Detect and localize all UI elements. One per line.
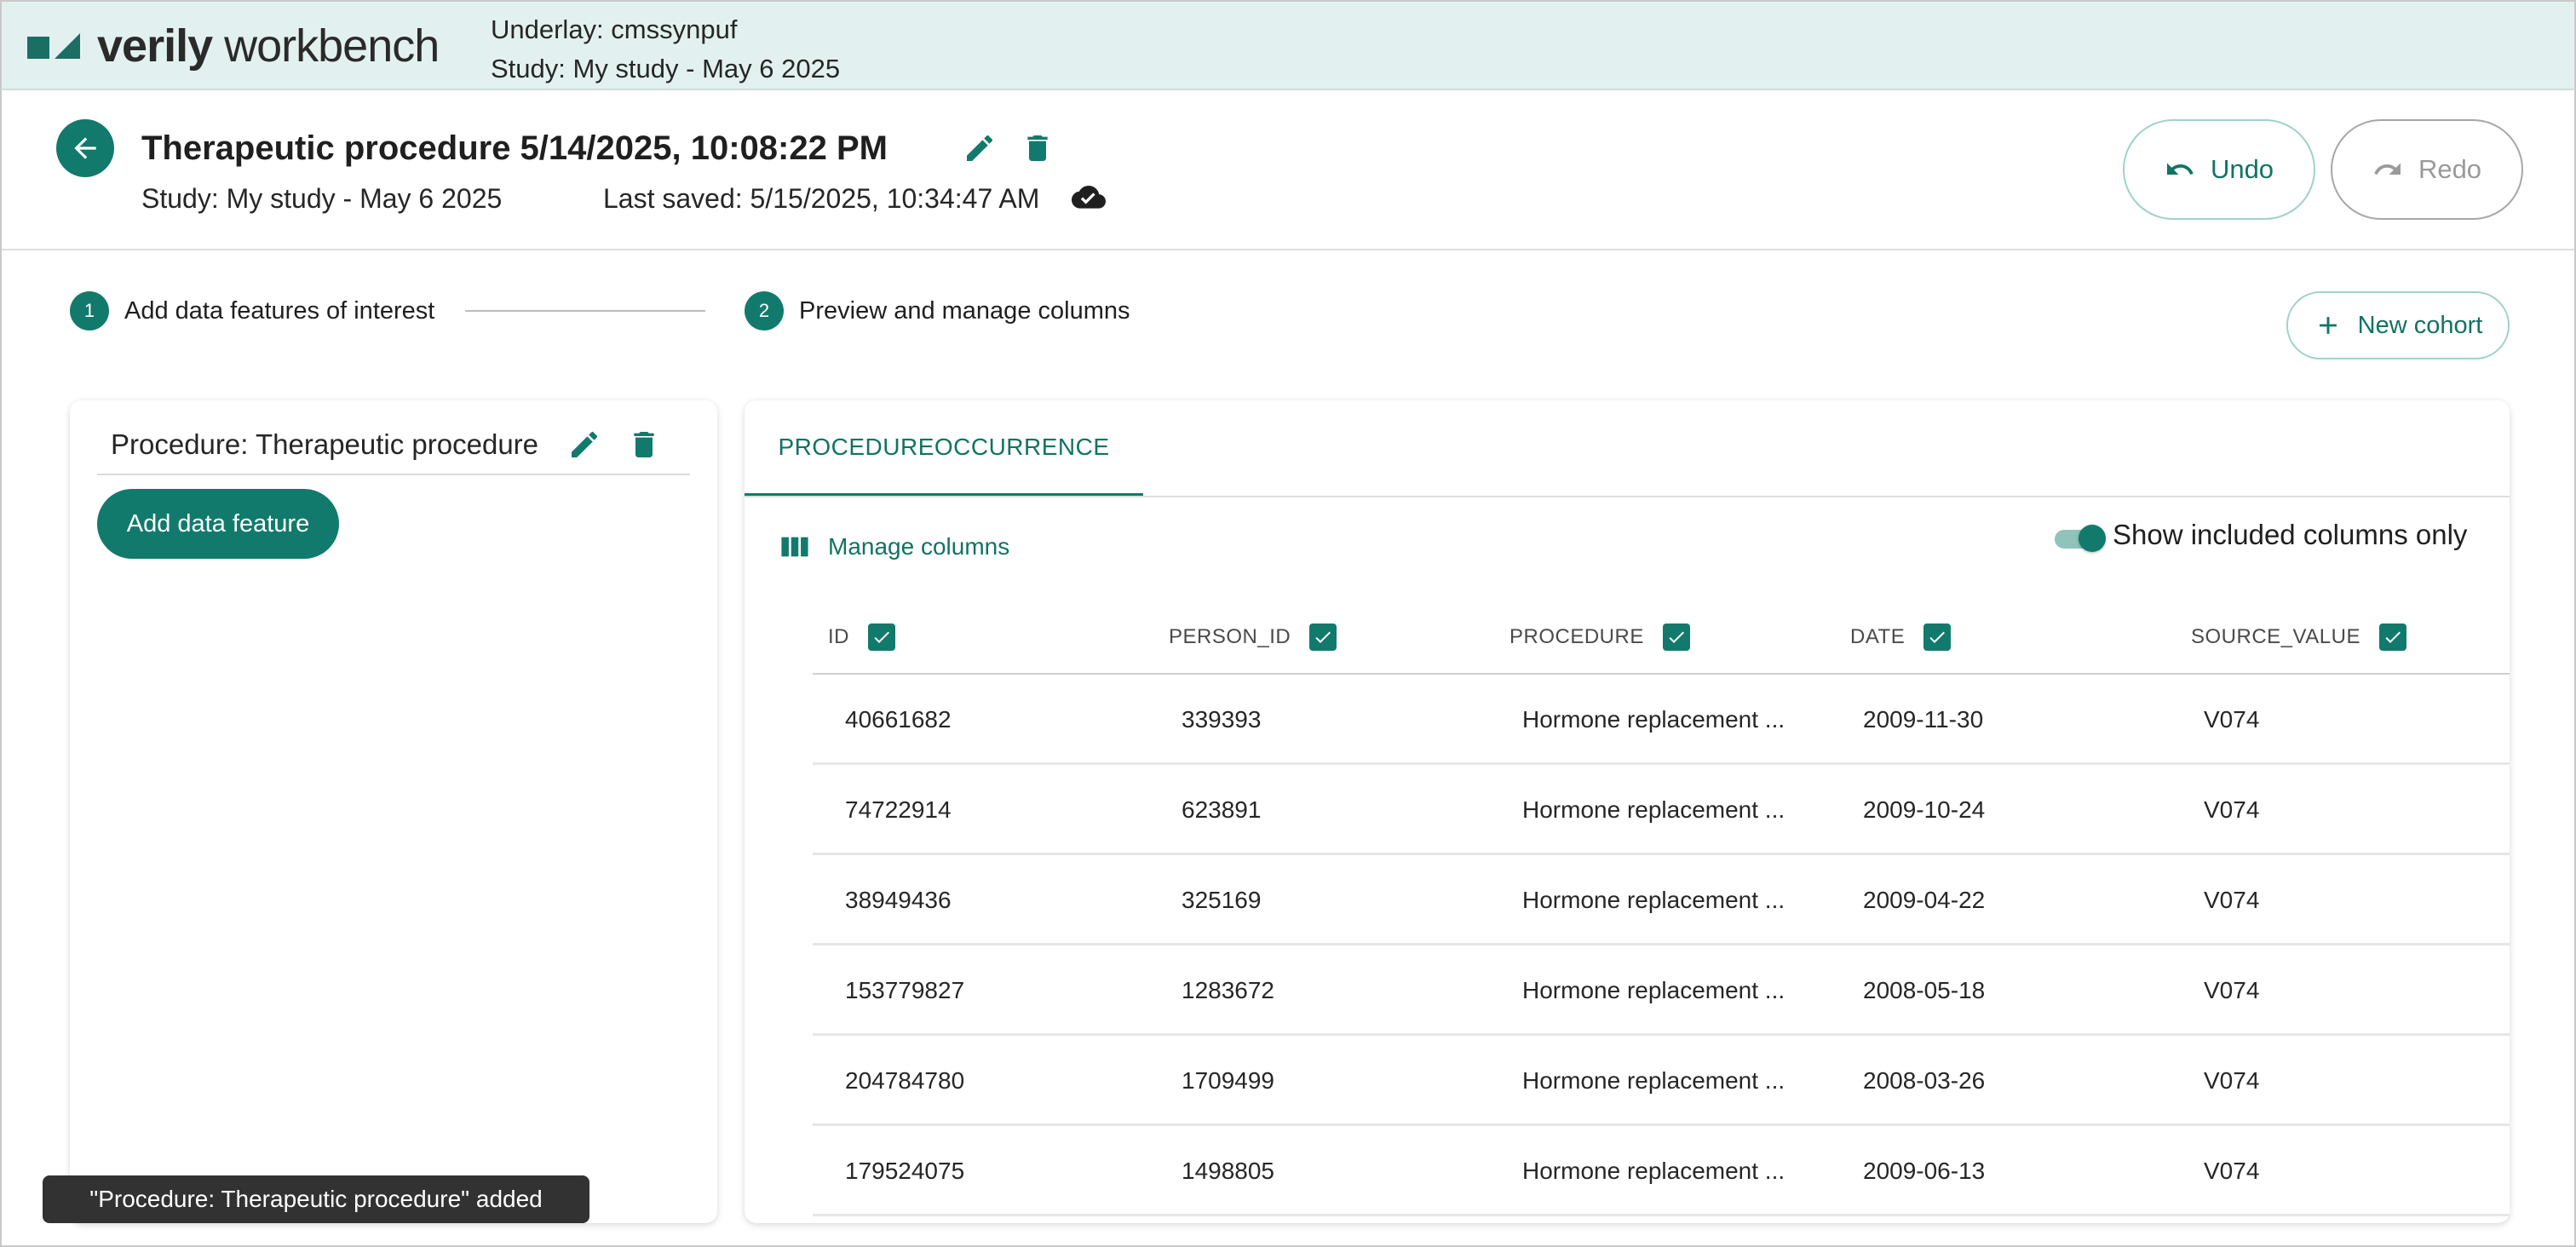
cloud-done-icon bbox=[1072, 186, 1106, 209]
cell-source-value: V074 bbox=[2204, 1067, 2260, 1094]
columns-icon bbox=[780, 534, 809, 560]
checkbox-checked-icon[interactable] bbox=[1662, 624, 1690, 651]
step-2-label[interactable]: Preview and manage columns bbox=[799, 294, 1130, 328]
column-header-date: DATE bbox=[1850, 620, 1952, 654]
delete-icon bbox=[1027, 135, 1048, 161]
stepper-connector bbox=[465, 310, 705, 312]
underlay-info: Underlay: cmssynpuf Study: My study - Ma… bbox=[491, 10, 840, 89]
cell-date: 2008-03-26 bbox=[1863, 1067, 1986, 1094]
step-1-circle[interactable]: 1 bbox=[70, 291, 109, 330]
table-row[interactable]: 179524075 1498805 Hormone replacement ..… bbox=[813, 1126, 2510, 1216]
data-features-panel: Procedure: Therapeutic procedure Add dat… bbox=[70, 400, 717, 1223]
column-header-procedure: PROCEDURE bbox=[1509, 620, 1690, 654]
cell-id: 38949436 bbox=[845, 887, 952, 913]
divider bbox=[97, 474, 690, 475]
study-subtitle: Study: My study - May 6 2025 bbox=[141, 183, 503, 214]
redo-icon bbox=[2372, 154, 2403, 185]
table-row[interactable]: 74722914 623891 Hormone replacement ... … bbox=[813, 765, 2510, 855]
add-data-feature-button[interactable]: Add data feature bbox=[97, 489, 339, 559]
cell-person-id: 339393 bbox=[1182, 706, 1262, 733]
cell-person-id: 1283672 bbox=[1182, 977, 1275, 1003]
cell-procedure: Hormone replacement ... bbox=[1522, 1067, 1785, 1094]
cell-id: 40661682 bbox=[845, 706, 952, 733]
redo-label: Redo bbox=[2418, 154, 2482, 184]
cell-source-value: V074 bbox=[2204, 887, 2260, 913]
snackbar-notification: "Procedure: Therapeutic procedure" added bbox=[43, 1175, 589, 1223]
new-cohort-label: New cohort bbox=[2357, 311, 2483, 339]
cell-id: 204784780 bbox=[845, 1067, 965, 1094]
cell-date: 2009-06-13 bbox=[1863, 1158, 1986, 1184]
table-row[interactable]: 40661682 339393 Hormone replacement ... … bbox=[813, 675, 2510, 765]
edit-icon bbox=[967, 135, 993, 161]
tab-divider bbox=[745, 496, 2510, 497]
cell-date: 2008-05-18 bbox=[1863, 977, 1986, 1003]
undo-icon bbox=[2165, 154, 2195, 185]
delete-feature-button[interactable] bbox=[625, 426, 663, 463]
preview-panel: PROCEDUREOCCURRENCE Manage columns Show … bbox=[745, 400, 2510, 1223]
cell-source-value: V074 bbox=[2204, 1158, 2260, 1184]
edit-feature-button[interactable] bbox=[566, 426, 603, 463]
show-included-toggle[interactable] bbox=[2055, 521, 2106, 555]
column-header-id: ID bbox=[828, 620, 895, 654]
cell-procedure: Hormone replacement ... bbox=[1522, 706, 1785, 733]
study-label: Study: My study - May 6 2025 bbox=[491, 54, 841, 83]
cell-date: 2009-11-30 bbox=[1863, 706, 1984, 733]
back-arrow-icon bbox=[74, 137, 96, 159]
table-row[interactable]: 153779827 1283672 Hormone replacement ..… bbox=[813, 945, 2510, 1036]
checkbox-checked-icon[interactable] bbox=[1309, 624, 1337, 651]
cell-source-value: V074 bbox=[2204, 977, 2260, 1003]
verily-workbench-logo[interactable]: verily workbench bbox=[27, 17, 440, 75]
cell-procedure: Hormone replacement ... bbox=[1522, 977, 1785, 1003]
undo-label: Undo bbox=[2210, 154, 2274, 184]
step-1-label[interactable]: Add data features of interest bbox=[124, 294, 434, 328]
new-cohort-button[interactable]: New cohort bbox=[2286, 291, 2510, 359]
app-window: verily workbench Underlay: cmssynpuf Stu… bbox=[0, 0, 2576, 1247]
top-banner: verily workbench Underlay: cmssynpuf Stu… bbox=[2, 2, 2574, 90]
plus-icon bbox=[2319, 317, 2337, 334]
verily-logo-icon bbox=[27, 33, 80, 59]
edit-title-button[interactable] bbox=[961, 129, 998, 167]
page-title: Therapeutic procedure 5/14/2025, 10:08:2… bbox=[141, 129, 888, 167]
last-saved-text: Last saved: 5/15/2025, 10:34:47 AM bbox=[603, 183, 1040, 214]
show-included-label: Show included columns only bbox=[2113, 519, 2468, 550]
cell-person-id: 325169 bbox=[1182, 887, 1262, 913]
edit-icon bbox=[572, 431, 598, 457]
cell-date: 2009-10-24 bbox=[1863, 796, 1986, 823]
delete-icon bbox=[634, 432, 654, 457]
cell-procedure: Hormone replacement ... bbox=[1522, 796, 1785, 823]
manage-columns-label: Manage columns bbox=[828, 533, 1010, 560]
step-2-circle[interactable]: 2 bbox=[745, 291, 784, 330]
logo-text-bold: verily bbox=[97, 20, 213, 72]
checkbox-checked-icon[interactable] bbox=[1923, 624, 1952, 651]
cell-procedure: Hormone replacement ... bbox=[1522, 887, 1785, 913]
column-header-person-id: PERSON_ID bbox=[1169, 620, 1337, 654]
table-row[interactable]: 38949436 325169 Hormone replacement ... … bbox=[813, 855, 2510, 945]
manage-columns-button[interactable]: Manage columns bbox=[780, 528, 1009, 566]
cell-id: 153779827 bbox=[845, 977, 965, 1003]
underlay-label: Underlay: cmssynpuf bbox=[491, 14, 738, 44]
cell-person-id: 623891 bbox=[1182, 796, 1262, 823]
cell-id: 74722914 bbox=[845, 796, 952, 823]
tab-procedureoccurrence[interactable]: PROCEDUREOCCURRENCE bbox=[745, 400, 1143, 497]
checkbox-checked-icon[interactable] bbox=[2378, 624, 2406, 651]
logo-text-light: workbench bbox=[224, 20, 440, 72]
column-header-source-value: SOURCE_VALUE bbox=[2191, 620, 2406, 654]
cell-date: 2009-04-22 bbox=[1863, 887, 1986, 913]
feature-label: Procedure: Therapeutic procedure bbox=[111, 428, 539, 460]
cell-person-id: 1709499 bbox=[1182, 1067, 1275, 1094]
undo-button[interactable]: Undo bbox=[2123, 119, 2315, 220]
cell-source-value: V074 bbox=[2204, 706, 2260, 733]
cell-procedure: Hormone replacement ... bbox=[1522, 1158, 1785, 1184]
cell-id: 179524075 bbox=[845, 1158, 965, 1184]
delete-title-button[interactable] bbox=[1019, 129, 1056, 167]
table-row[interactable]: 204784780 1709499 Hormone replacement ..… bbox=[813, 1036, 2510, 1126]
back-button[interactable] bbox=[56, 119, 114, 177]
checkbox-checked-icon[interactable] bbox=[868, 624, 895, 651]
cell-source-value: V074 bbox=[2204, 796, 2260, 823]
redo-button[interactable]: Redo bbox=[2331, 119, 2523, 220]
cell-person-id: 1498805 bbox=[1182, 1158, 1275, 1184]
